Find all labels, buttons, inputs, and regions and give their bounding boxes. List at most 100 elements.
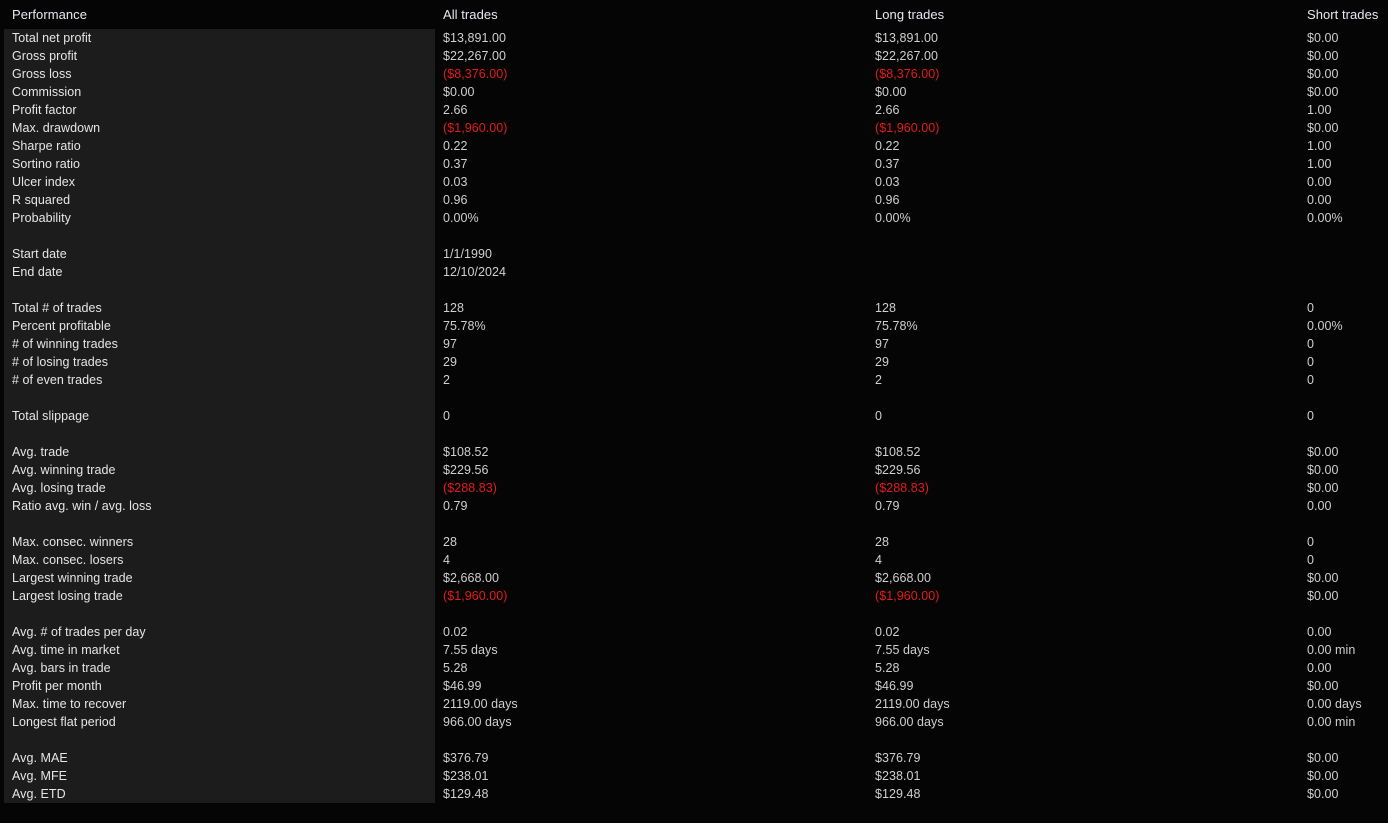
row-label: Gross profit xyxy=(12,49,78,63)
cell-all-trades: $13,891.00 xyxy=(443,31,507,45)
cell-long-trades: $22,267.00 xyxy=(875,49,939,63)
cell-short-trades: $0.00 xyxy=(1307,445,1339,459)
cell-all-trades: $108.52 xyxy=(443,445,489,459)
cell-all-trades: 0.22 xyxy=(443,139,468,153)
cell-short-trades: 0 xyxy=(1307,355,1315,369)
cell-short-trades: $0.00 xyxy=(1307,31,1339,45)
table-row[interactable]: Profit factor 2.66 2.66 1.00 xyxy=(0,101,1388,119)
row-label: Profit per month xyxy=(12,679,102,693)
table-row[interactable]: Gross profit $22,267.00 $22,267.00 $0.00 xyxy=(0,47,1388,65)
cell-all-trades: $129.48 xyxy=(443,787,489,801)
column-header-short-trades[interactable]: Short trades xyxy=(1307,0,1378,29)
table-row[interactable]: Probability 0.00% 0.00% 0.00% xyxy=(0,209,1388,227)
performance-table: Performance All trades Long trades Short… xyxy=(0,0,1388,803)
table-row[interactable]: Max. drawdown ($1,960.00) ($1,960.00) $0.00 xyxy=(0,119,1388,137)
table-row[interactable]: R squared 0.96 0.96 0.00 xyxy=(0,191,1388,209)
table-row[interactable]: Avg. time in market 7.55 days 7.55 days 0.0… xyxy=(0,641,1388,659)
row-label: Total net profit xyxy=(12,31,92,45)
table-row[interactable]: Largest losing trade ($1,960.00) ($1,960.0… xyxy=(0,587,1388,605)
table-row[interactable]: Sharpe ratio 0.22 0.22 1.00 xyxy=(0,137,1388,155)
cell-long-trades: 0.22 xyxy=(875,139,900,153)
cell-long-trades: ($8,376.00) xyxy=(875,67,940,81)
table-row[interactable]: Avg. losing trade ($288.83) ($288.83) $0.00 xyxy=(0,479,1388,497)
cell-short-trades: 0.00 min xyxy=(1307,643,1356,657)
cell-all-trades: 29 xyxy=(443,355,458,369)
row-label: Profit factor xyxy=(12,103,77,117)
table-row[interactable]: Largest winning trade $2,668.00 $2,668.00 $… xyxy=(0,569,1388,587)
column-header-long-trades[interactable]: Long trades xyxy=(875,0,944,29)
table-row[interactable]: Sortino ratio 0.37 0.37 1.00 xyxy=(0,155,1388,173)
table-row[interactable]: Max. time to recover 2119.00 days 2119.00 … xyxy=(0,695,1388,713)
cell-all-trades: 2.66 xyxy=(443,103,468,117)
row-label: Percent profitable xyxy=(12,319,111,333)
table-row[interactable]: Gross loss ($8,376.00) ($8,376.00) $0.00 xyxy=(0,65,1388,83)
table-row[interactable]: Longest flat period 966.00 days 966.00 day… xyxy=(0,713,1388,731)
cell-long-trades: $46.99 xyxy=(875,679,914,693)
table-row[interactable]: # of winning trades 97 97 0 xyxy=(0,335,1388,353)
column-header-performance[interactable]: Performance xyxy=(12,0,87,29)
cell-long-trades: 0.79 xyxy=(875,499,900,513)
cell-all-trades: 1/1/1990 xyxy=(443,247,493,261)
column-header-all-trades[interactable]: All trades xyxy=(443,0,498,29)
row-label: Max. time to recover xyxy=(12,697,127,711)
cell-long-trades: 7.55 days xyxy=(875,643,930,657)
cell-short-trades: $0.00 xyxy=(1307,85,1339,99)
table-spacer-row xyxy=(0,389,1388,407)
table-row[interactable]: Avg. bars in trade 5.28 5.28 0.00 xyxy=(0,659,1388,677)
cell-short-trades: $0.00 xyxy=(1307,751,1339,765)
table-row[interactable]: Avg. trade $108.52 $108.52 $0.00 xyxy=(0,443,1388,461)
cell-long-trades: $376.79 xyxy=(875,751,921,765)
row-label: Avg. time in market xyxy=(12,643,120,657)
cell-short-trades: $0.00 xyxy=(1307,121,1339,135)
cell-all-trades: 0.37 xyxy=(443,157,468,171)
table-row[interactable]: Max. consec. winners 28 28 0 xyxy=(0,533,1388,551)
table-row[interactable]: End date 12/10/2024 xyxy=(0,263,1388,281)
cell-long-trades: 2119.00 days xyxy=(875,697,950,711)
cell-long-trades: 0 xyxy=(875,409,883,423)
row-label: Largest winning trade xyxy=(12,571,133,585)
cell-long-trades: 128 xyxy=(875,301,897,315)
table-row[interactable]: Ulcer index 0.03 0.03 0.00 xyxy=(0,173,1388,191)
cell-long-trades: 0.96 xyxy=(875,193,900,207)
table-row[interactable]: Commission $0.00 $0.00 $0.00 xyxy=(0,83,1388,101)
table-row[interactable]: Start date 1/1/1990 xyxy=(0,245,1388,263)
row-label: Start date xyxy=(12,247,67,261)
table-row[interactable]: Ratio avg. win / avg. loss 0.79 0.79 0.00 xyxy=(0,497,1388,515)
row-label: Ulcer index xyxy=(12,175,76,189)
table-row[interactable]: Total # of trades 128 128 0 xyxy=(0,299,1388,317)
row-label: Avg. ETD xyxy=(12,787,66,801)
cell-long-trades: 2.66 xyxy=(875,103,900,117)
table-row[interactable]: Avg. # of trades per day 0.02 0.02 0.00 xyxy=(0,623,1388,641)
table-row[interactable]: Profit per month $46.99 $46.99 $0.00 xyxy=(0,677,1388,695)
row-label: Avg. winning trade xyxy=(12,463,116,477)
table-row[interactable]: Avg. ETD $129.48 $129.48 $0.00 xyxy=(0,785,1388,803)
table-row[interactable]: Percent profitable 75.78% 75.78% 0.00% xyxy=(0,317,1388,335)
table-row[interactable]: Total net profit $13,891.00 $13,891.00 $0.0… xyxy=(0,29,1388,47)
table-spacer-row xyxy=(0,515,1388,533)
table-spacer-row xyxy=(0,425,1388,443)
cell-all-trades: 0.03 xyxy=(443,175,468,189)
cell-long-trades: 29 xyxy=(875,355,890,369)
cell-long-trades: 0.00% xyxy=(875,211,911,225)
table-row[interactable]: Total slippage 0 0 0 xyxy=(0,407,1388,425)
row-label: Longest flat period xyxy=(12,715,116,729)
cell-short-trades: $0.00 xyxy=(1307,787,1339,801)
table-row[interactable]: Max. consec. losers 4 4 0 xyxy=(0,551,1388,569)
table-row[interactable]: Avg. MFE $238.01 $238.01 $0.00 xyxy=(0,767,1388,785)
cell-all-trades: 0.02 xyxy=(443,625,468,639)
cell-all-trades: ($8,376.00) xyxy=(443,67,508,81)
table-row[interactable]: Avg. winning trade $229.56 $229.56 $0.00 xyxy=(0,461,1388,479)
table-row[interactable]: # of even trades 2 2 0 xyxy=(0,371,1388,389)
table-row[interactable]: Avg. MAE $376.79 $376.79 $0.00 xyxy=(0,749,1388,767)
cell-all-trades: 0.79 xyxy=(443,499,468,513)
cell-long-trades: 966.00 days xyxy=(875,715,944,729)
row-label: Max. consec. winners xyxy=(12,535,134,549)
row-label: R squared xyxy=(12,193,71,207)
cell-all-trades: 7.55 days xyxy=(443,643,498,657)
cell-long-trades: 75.78% xyxy=(875,319,918,333)
table-row[interactable]: # of losing trades 29 29 0 xyxy=(0,353,1388,371)
cell-short-trades: 0.00% xyxy=(1307,211,1343,225)
cell-short-trades: 1.00 xyxy=(1307,103,1332,117)
cell-long-trades: $229.56 xyxy=(875,463,921,477)
cell-short-trades: 1.00 xyxy=(1307,139,1332,153)
